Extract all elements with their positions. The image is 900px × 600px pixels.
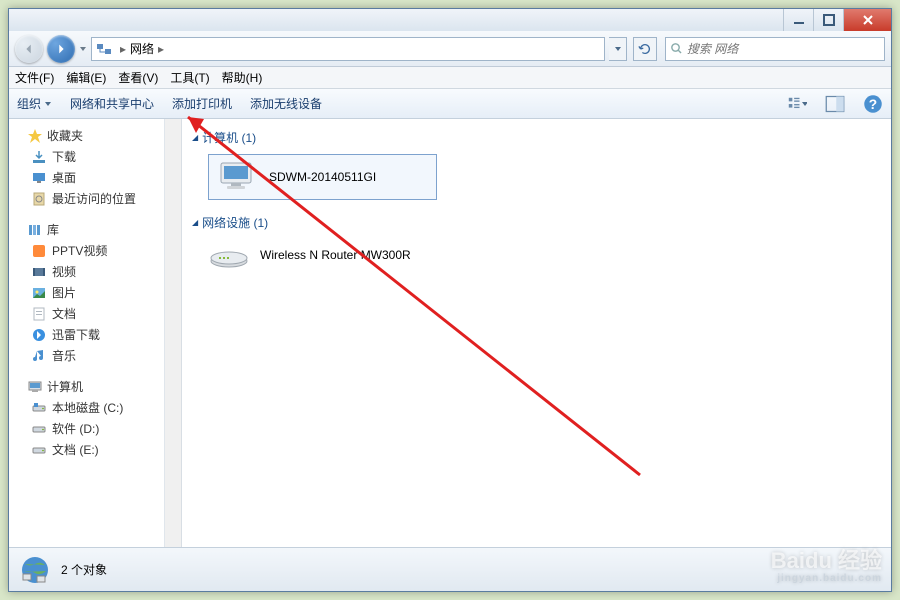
sidebar-favorites-header[interactable]: 收藏夹: [9, 125, 164, 146]
network-icon: [96, 41, 112, 57]
help-button[interactable]: ?: [863, 94, 883, 114]
music-icon: [31, 348, 47, 364]
sidebar-item-pictures[interactable]: 图片: [9, 282, 164, 303]
refresh-button[interactable]: [633, 37, 657, 61]
content-pane[interactable]: ◢计算机 (1) SDWM-20140511GI ◢网络设施 (1) Wirel…: [182, 119, 891, 547]
search-icon: [670, 42, 683, 56]
minimize-button[interactable]: [783, 9, 813, 31]
library-icon: [27, 222, 43, 238]
documents-icon: [31, 306, 47, 322]
drive-icon: [31, 442, 47, 458]
nav-history-dropdown[interactable]: [79, 43, 87, 55]
drive-icon: [31, 400, 47, 416]
sidebar-libraries-header[interactable]: 库: [9, 219, 164, 240]
star-icon: [27, 128, 43, 144]
organize-button[interactable]: 组织: [17, 95, 52, 112]
menu-bar: 文件(F) 编辑(E) 查看(V) 工具(T) 帮助(H): [9, 67, 891, 89]
explorer-window: ▸ 网络 ▸ 文件(F) 编辑(E) 查看(V) 工具(T) 帮助(H) 组织 …: [8, 8, 892, 592]
menu-file[interactable]: 文件(F): [15, 69, 54, 86]
command-bar: 组织 网络和共享中心 添加打印机 添加无线设备 ?: [9, 89, 891, 119]
sidebar-item-downloads[interactable]: 下载: [9, 146, 164, 167]
sidebar-item-music[interactable]: 音乐: [9, 345, 164, 366]
menu-help[interactable]: 帮助(H): [222, 69, 263, 86]
sidebar-item-xunlei[interactable]: 迅雷下载: [9, 324, 164, 345]
collapse-icon: ◢: [192, 133, 198, 142]
address-bar[interactable]: ▸ 网络 ▸: [91, 37, 605, 61]
pictures-icon: [31, 285, 47, 301]
titlebar: [9, 9, 891, 31]
status-text: 2 个对象: [61, 561, 107, 578]
network-center-button[interactable]: 网络和共享中心: [70, 95, 154, 112]
xunlei-icon: [31, 327, 47, 343]
sidebar-item-desktop[interactable]: 桌面: [9, 167, 164, 188]
breadcrumb-separator: ▸: [158, 42, 164, 56]
router-thumb-icon: [208, 239, 250, 271]
body: 收藏夹 下载 桌面 最近访问的位置 库 PPTV视频 视频 图片 文档 迅雷下载…: [9, 119, 891, 547]
breadcrumb-separator: ▸: [120, 42, 126, 56]
address-dropdown[interactable]: [609, 37, 627, 61]
sidebar-item-drive-d[interactable]: 软件 (D:): [9, 418, 164, 439]
section-computers-header[interactable]: ◢计算机 (1): [192, 125, 881, 150]
preview-pane-button[interactable]: [825, 94, 845, 114]
search-input[interactable]: [687, 42, 880, 56]
sidebar-item-documents[interactable]: 文档: [9, 303, 164, 324]
nav-back-button[interactable]: [15, 35, 43, 63]
search-box[interactable]: [665, 37, 885, 61]
add-wireless-button[interactable]: 添加无线设备: [250, 95, 322, 112]
sidebar-item-drive-e[interactable]: 文档 (E:): [9, 439, 164, 460]
desktop-icon: [31, 170, 47, 186]
computer-name: SDWM-20140511GI: [269, 170, 376, 184]
navigation-pane[interactable]: 收藏夹 下载 桌面 最近访问的位置 库 PPTV视频 视频 图片 文档 迅雷下载…: [9, 119, 165, 547]
sidebar-computer-header[interactable]: 计算机: [9, 376, 164, 397]
network-computer-item[interactable]: SDWM-20140511GI: [208, 154, 437, 200]
status-bar: 2 个对象: [9, 547, 891, 591]
sidebar-item-drive-c[interactable]: 本地磁盘 (C:): [9, 397, 164, 418]
add-printer-button[interactable]: 添加打印机: [172, 95, 232, 112]
svg-text:?: ?: [869, 97, 877, 112]
sidebar-item-videos[interactable]: 视频: [9, 261, 164, 282]
menu-view[interactable]: 查看(V): [118, 69, 158, 86]
video-icon: [31, 264, 47, 280]
computer-icon: [27, 379, 43, 395]
maximize-button[interactable]: [813, 9, 843, 31]
drive-icon: [31, 421, 47, 437]
recent-icon: [31, 191, 47, 207]
network-globe-icon: [19, 554, 51, 586]
network-device-item[interactable]: Wireless N Router MW300R: [208, 239, 881, 271]
view-options-button[interactable]: [787, 94, 807, 114]
close-button[interactable]: [843, 9, 891, 31]
pptv-icon: [31, 243, 47, 259]
sidebar-scrollbar[interactable]: [165, 119, 182, 547]
collapse-icon: ◢: [192, 218, 198, 227]
navigation-bar: ▸ 网络 ▸: [9, 31, 891, 67]
device-name: Wireless N Router MW300R: [260, 248, 411, 262]
menu-tools[interactable]: 工具(T): [170, 69, 209, 86]
computer-thumb-icon: [217, 161, 259, 193]
sidebar-item-pptv[interactable]: PPTV视频: [9, 240, 164, 261]
nav-forward-button[interactable]: [47, 35, 75, 63]
section-infrastructure-header[interactable]: ◢网络设施 (1): [192, 210, 881, 235]
menu-edit[interactable]: 编辑(E): [66, 69, 106, 86]
breadcrumb-root[interactable]: 网络: [130, 40, 154, 57]
sidebar-item-recent[interactable]: 最近访问的位置: [9, 188, 164, 209]
download-icon: [31, 149, 47, 165]
